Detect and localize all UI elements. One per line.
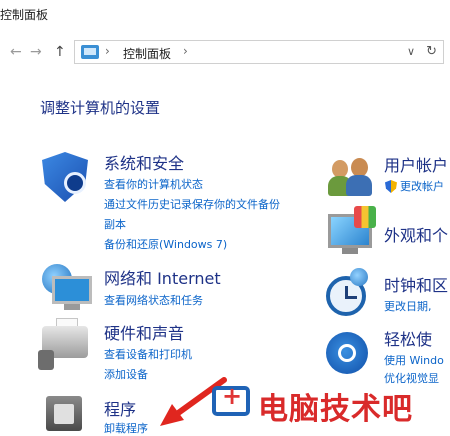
breadcrumb-control-panel[interactable]: 控制面板 — [123, 45, 171, 62]
uac-shield-icon — [385, 180, 397, 193]
up-button[interactable]: ↑ — [54, 44, 66, 60]
address-box[interactable]: › 控制面板 › ∨ ↻ — [74, 40, 444, 64]
watermark-text: 电脑技术吧 — [258, 392, 413, 427]
network-icon — [64, 304, 80, 310]
page-heading: 调整计算机的设置 — [40, 99, 161, 117]
globe-icon — [350, 268, 368, 286]
category-title[interactable]: 系统和安全 — [104, 150, 184, 174]
window-title: 控制面板 — [0, 8, 49, 22]
category-link[interactable]: 查看你的计算机状态 — [104, 176, 203, 192]
category-link[interactable]: 使用 Windo — [384, 352, 444, 368]
security-shield-icon — [64, 172, 86, 194]
address-bar: ← → ↑ › 控制面板 › ∨ ↻ — [0, 38, 450, 68]
ease-of-access-icon — [338, 344, 356, 362]
category-link[interactable]: 添加设备 — [104, 366, 148, 382]
palette-icon — [354, 206, 376, 228]
category-title[interactable]: 网络和 Internet — [104, 265, 221, 289]
category-link[interactable]: 查看网络状态和任务 — [104, 292, 203, 308]
network-icon — [52, 276, 92, 304]
category-title[interactable]: 时钟和区 — [384, 272, 448, 296]
category-title[interactable]: 用户帐户 — [384, 152, 448, 176]
category-title[interactable]: 外观和个 — [384, 222, 448, 246]
category-link[interactable]: 更改日期, — [384, 298, 432, 314]
title-bar: 控制面板 — [0, 0, 450, 32]
category-title[interactable]: 轻松使 — [384, 326, 432, 350]
control-panel-icon — [81, 45, 99, 59]
category-title[interactable]: 程序 — [104, 396, 136, 420]
forward-button[interactable]: → — [30, 44, 42, 60]
category-link[interactable]: 卸载程序 — [104, 420, 148, 436]
breadcrumb-separator[interactable]: › — [183, 44, 188, 58]
back-button[interactable]: ← — [10, 44, 22, 60]
programs-icon — [46, 396, 82, 431]
watermark-logo-icon — [212, 382, 250, 416]
address-dropdown-icon[interactable]: ∨ — [407, 45, 415, 58]
category-link[interactable]: 更改帐户 — [400, 178, 444, 194]
category-link[interactable]: 通过文件历史记录保存你的文件备份 — [104, 196, 280, 212]
watermark: 电脑技术吧 — [210, 382, 450, 427]
appearance-icon — [342, 248, 358, 254]
category-link[interactable]: 查看设备和打印机 — [104, 346, 192, 362]
breadcrumb-separator: › — [105, 44, 110, 58]
users-icon — [346, 158, 372, 196]
refresh-icon[interactable]: ↻ — [426, 44, 437, 59]
speaker-icon — [38, 350, 54, 370]
category-link[interactable]: 副本 — [104, 216, 126, 232]
category-title[interactable]: 硬件和声音 — [104, 320, 184, 344]
category-link[interactable]: 备份和还原(Windows 7) — [104, 236, 227, 252]
